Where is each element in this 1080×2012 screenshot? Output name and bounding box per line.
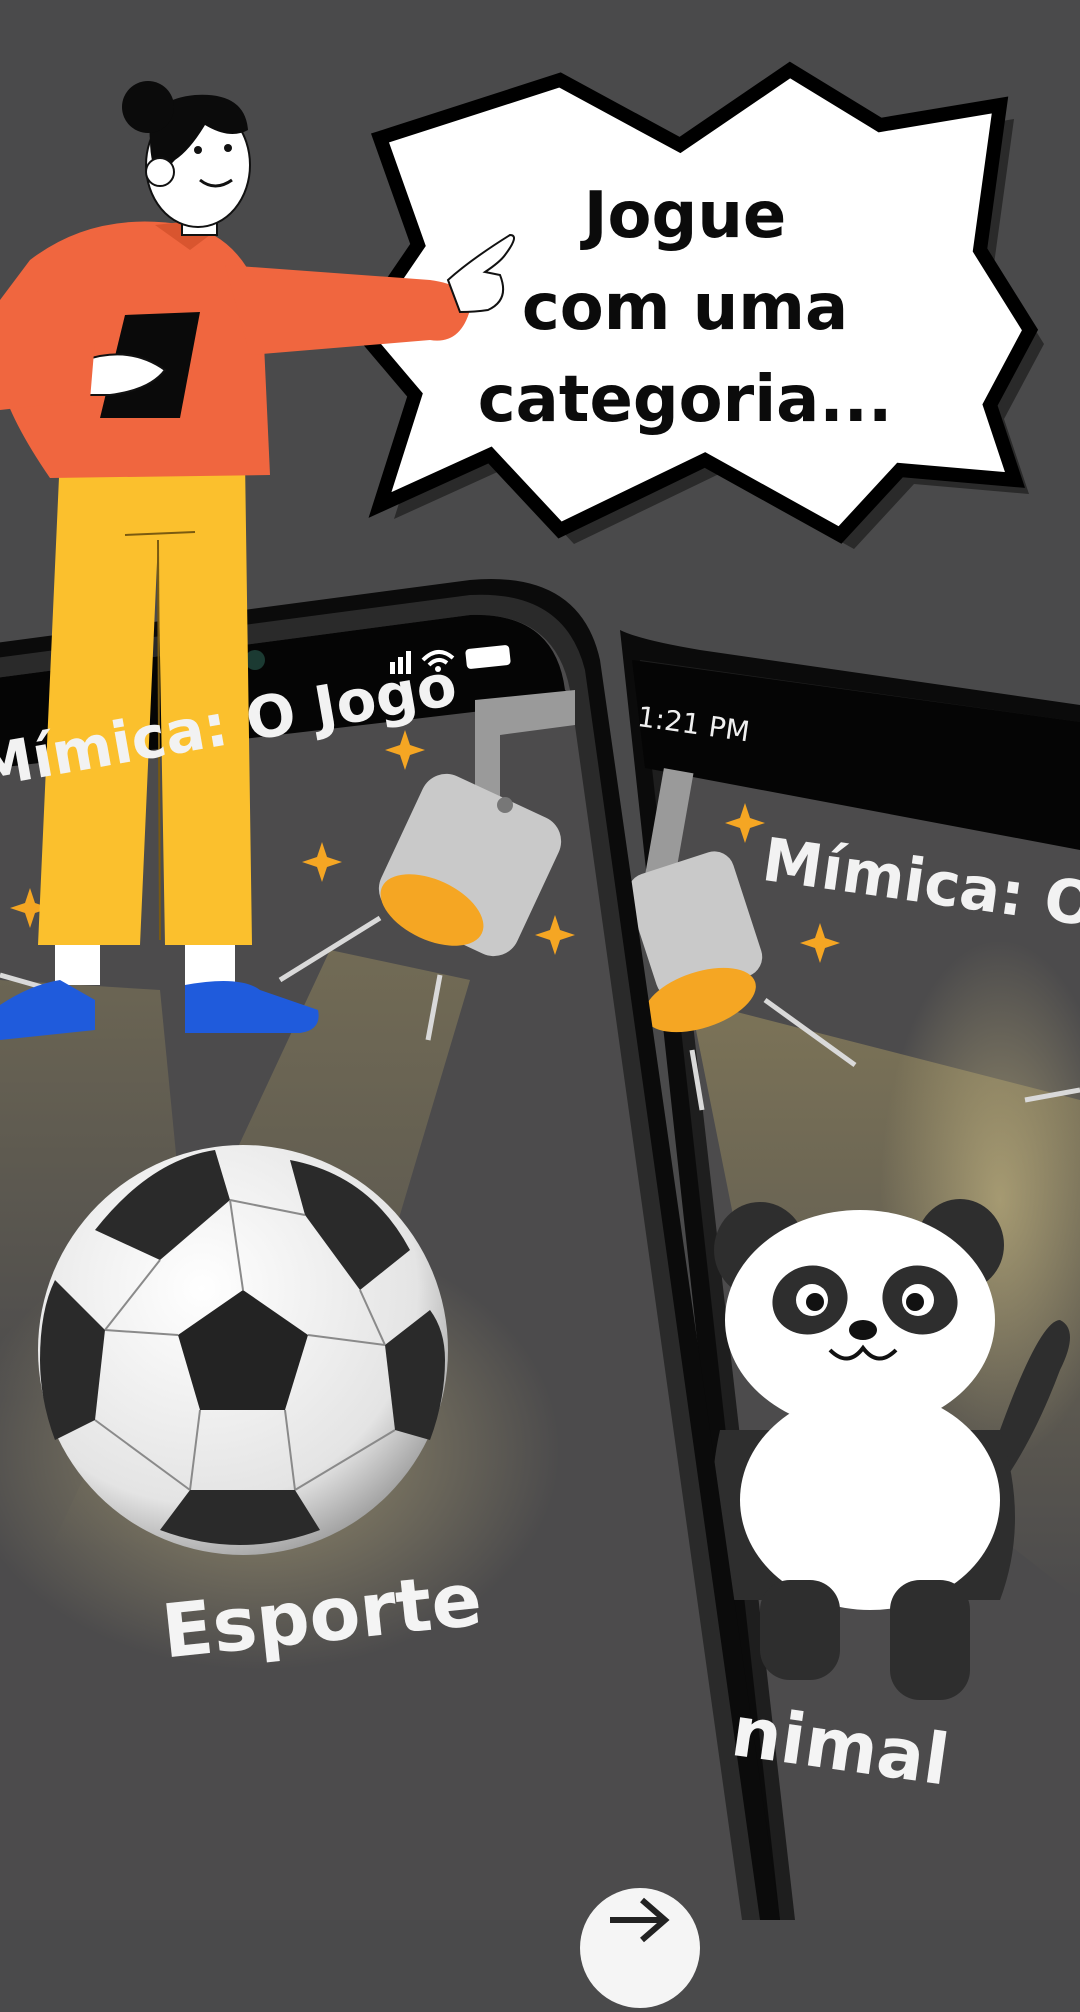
next-button[interactable] [580,1888,700,2008]
camera-dot [245,650,265,670]
arrow-right-icon [610,1897,670,1943]
bubble-line-1: Jogue [583,179,787,253]
bubble-line-2: com uma [521,271,849,345]
speech-bubble-text: Jogue com uma categoria... [470,170,900,446]
soccer-ball-icon [38,1145,448,1555]
bubble-line-3: categoria... [477,363,893,437]
